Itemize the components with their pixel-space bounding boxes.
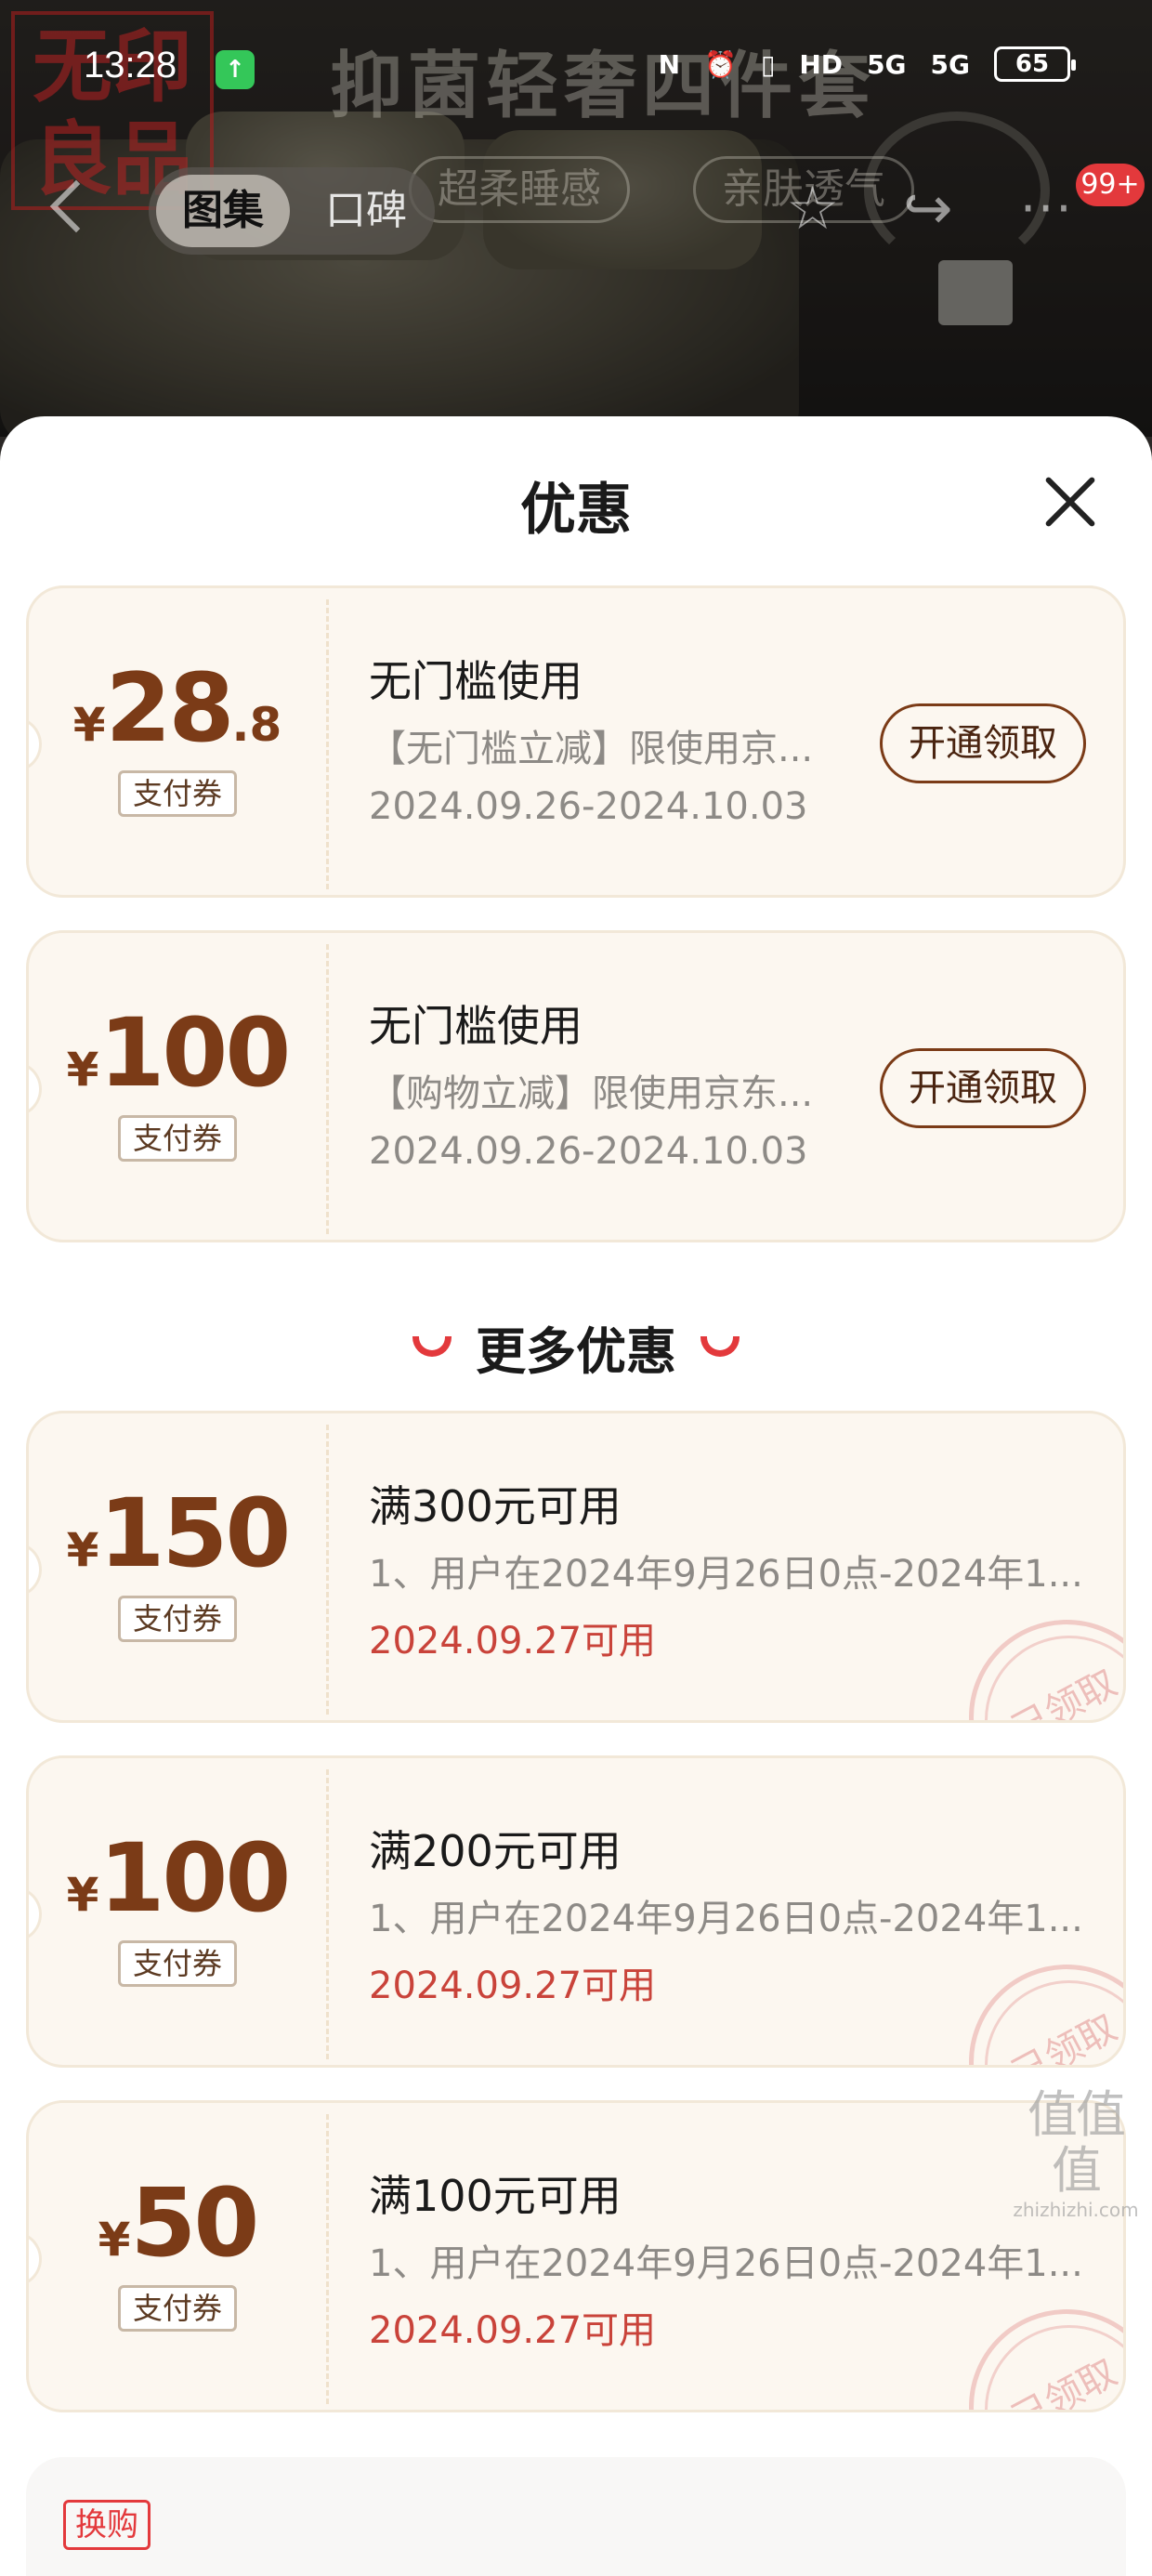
pay-coupon-tag: 支付券 (118, 1940, 237, 1987)
vibrate-icon: ▯ (760, 48, 776, 80)
coupon-card[interactable]: ¥50 支付券 满100元可用 1、用户在2024年9月26日0点-2024年1… (26, 2100, 1126, 2412)
nfc-icon: N (658, 48, 681, 80)
coupon-date: 2024.09.26-2024.10.03 (369, 1130, 808, 1173)
share-icon[interactable]: ↪ (903, 177, 953, 242)
amount-integer: 28 (105, 653, 235, 764)
amount-decimal: .8 (231, 698, 282, 752)
star-icon[interactable]: ☆ (786, 177, 839, 242)
claim-button[interactable]: 开通领取 (880, 1048, 1086, 1128)
coupon-desc: 1、用户在2024年9月26日0点-2024年1... (369, 1553, 1083, 1596)
watermark-url: zhizhizhi.com (1013, 2199, 1139, 2221)
signal-5g-icon: 5G (930, 48, 970, 80)
coupon-card[interactable]: ¥100 支付券 满200元可用 1、用户在2024年9月26日0点-2024年… (26, 1755, 1126, 2068)
coupon-amount: ¥150 (29, 1479, 326, 1589)
claimed-stamp: 已领取 (969, 1620, 1124, 1723)
more-deals-title: 更多优惠 (476, 1322, 676, 1381)
swap-purchase-card[interactable]: 换购 (26, 2457, 1126, 2576)
signal-5g-icon: 5G (867, 48, 907, 80)
currency-symbol: ¥ (98, 2213, 131, 2267)
stamp-text: 已领取 (1005, 2006, 1124, 2068)
coupon-desc: 【无门槛立减】限使用京... (369, 728, 814, 770)
watermark-logo: 值值值 (1028, 2085, 1126, 2200)
hd-icon: HD (799, 48, 844, 80)
swap-tag: 换购 (63, 2500, 151, 2550)
coupon-title: 无门槛使用 (369, 1001, 583, 1051)
coupon-amount: ¥28.8 (29, 653, 326, 764)
coupon-date: 2024.09.27可用 (369, 2309, 657, 2352)
coupon-title: 满200元可用 (369, 1826, 622, 1876)
coupon-amount: ¥100 (29, 998, 326, 1109)
coupon-title: 满300元可用 (369, 1481, 622, 1531)
alarm-icon: ⏰ (704, 48, 737, 80)
upload-app-icon (216, 50, 255, 89)
close-icon[interactable] (1042, 474, 1098, 530)
status-bar: 13:28 N ⏰ ▯ HD 5G 5G 65 (0, 37, 1152, 102)
more-icon[interactable]: ··· (1020, 177, 1074, 242)
coupon-card: ¥100 支付券 无门槛使用 【购物立减】限使用京东... 2024.09.26… (26, 930, 1126, 1242)
currency-symbol: ¥ (72, 698, 106, 752)
coupon-desc: 【购物立减】限使用京东... (369, 1072, 814, 1115)
coupon-title: 无门槛使用 (369, 656, 583, 706)
coupon-desc: 1、用户在2024年9月26日0点-2024年1... (369, 1898, 1083, 1940)
sheet-title: 优惠 (520, 478, 632, 543)
battery-icon: 65 (994, 46, 1076, 82)
product-hero: 无印 良品 抑菌轻奢四件套 超柔睡感 亲肤透气 13:28 N ⏰ ▯ HD 5… (0, 0, 1152, 437)
coupon-desc: 1、用户在2024年9月26日0点-2024年1... (369, 2242, 1083, 2285)
claimed-stamp: 已领取 (969, 1965, 1124, 2068)
currency-symbol: ¥ (66, 1523, 99, 1577)
currency-symbol: ¥ (66, 1043, 99, 1097)
tab-gallery[interactable]: 图集 (156, 175, 290, 247)
coupon-card: ¥28.8 支付券 无门槛使用 【无门槛立减】限使用京... 2024.09.2… (26, 585, 1126, 898)
coupon-amount: ¥50 (29, 2168, 326, 2279)
coupon-date: 2024.09.27可用 (369, 1620, 657, 1663)
status-icons: N ⏰ ▯ HD 5G 5G 65 (658, 46, 1076, 82)
site-watermark: 值值值 zhizhizhi.com (1011, 2085, 1141, 2222)
coupon-date: 2024.09.27可用 (369, 1965, 657, 2007)
pay-coupon-tag: 支付券 (118, 2285, 237, 2332)
pay-coupon-tag: 支付券 (118, 1115, 237, 1162)
amount-integer: 100 (98, 1823, 291, 1934)
claimed-stamp: 已领取 (969, 2309, 1124, 2412)
product-nav: 图集 口碑 ☆ ↪ ··· (0, 167, 1152, 260)
pay-coupon-tag: 支付券 (118, 1596, 237, 1642)
coupon-card[interactable]: ¥150 支付券 满300元可用 1、用户在2024年9月26日0点-2024年… (26, 1411, 1126, 1723)
claim-button[interactable]: 开通领取 (880, 703, 1086, 783)
amount-integer: 50 (130, 2168, 259, 2279)
currency-symbol: ¥ (66, 1868, 99, 1922)
amount-integer: 100 (98, 998, 291, 1109)
status-time: 13:28 (84, 45, 177, 85)
coupon-title: 满100元可用 (369, 2171, 622, 2221)
pay-coupon-tag: 支付券 (118, 770, 237, 817)
stamp-text: 已领取 (1005, 2351, 1124, 2412)
amount-integer: 150 (98, 1479, 291, 1589)
tab-reviews[interactable]: 口碑 (307, 175, 425, 247)
media-tabs: 图集 口碑 (149, 167, 435, 255)
coupon-sheet: 优惠 ¥28.8 支付券 无门槛使用 【无门槛立减】限使用京... 2024.0… (0, 416, 1152, 2576)
stamp-text: 已领取 (1005, 1662, 1124, 1723)
message-badge: 99+ (1076, 164, 1145, 206)
coupon-amount: ¥100 (29, 1823, 326, 1934)
back-icon[interactable] (49, 179, 103, 233)
coupon-date: 2024.09.26-2024.10.03 (369, 785, 808, 828)
